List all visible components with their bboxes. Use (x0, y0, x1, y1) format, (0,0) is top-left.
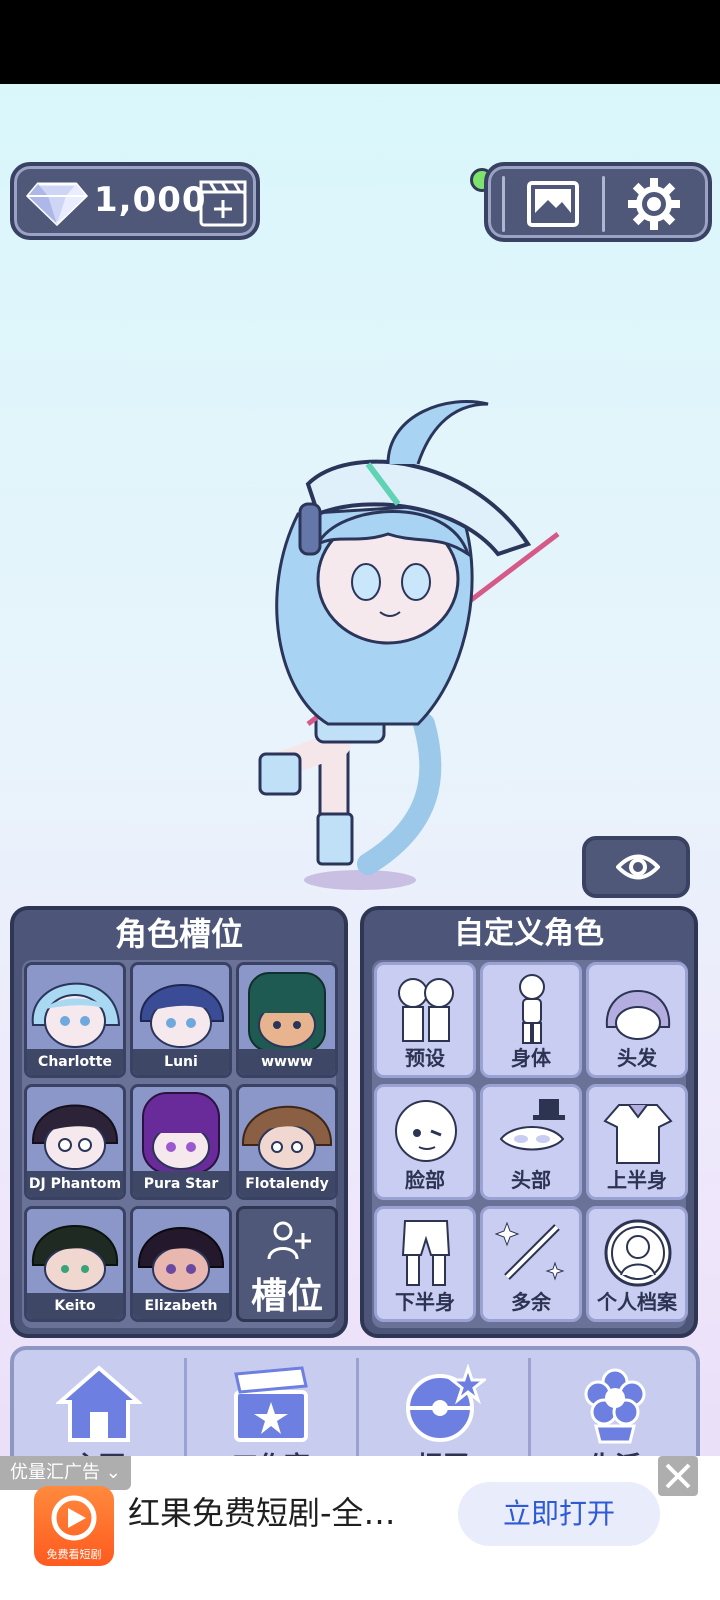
character-face-image (27, 1209, 123, 1295)
tile-label: 身体 (511, 1046, 551, 1070)
face-icon (395, 1100, 457, 1162)
eye-icon (616, 854, 660, 880)
status-bar (0, 0, 720, 84)
tile-lower-body[interactable]: 下半身 (374, 1206, 476, 1322)
mask-hat-icon (499, 1099, 565, 1151)
character-avatar[interactable] (248, 394, 568, 914)
sword-sparkle-icon (494, 1221, 565, 1281)
character-slot[interactable]: DJ Phantom (24, 1084, 126, 1200)
custom-grid: 预设 身体 头发 脸部 头部 上半身 下半身 多余 个人档案 (372, 960, 688, 1328)
slot-name: Elizabeth (133, 1293, 229, 1319)
character-face-image (133, 965, 229, 1051)
clapperboard-icon (234, 1366, 308, 1442)
slot-name: Luni (133, 1049, 229, 1075)
profile-icon (604, 1219, 672, 1287)
panel-title: 角色槽位 (114, 915, 243, 953)
shirt-icon (603, 1104, 673, 1164)
tile-body[interactable]: 身体 (480, 962, 582, 1078)
tile-label: 上半身 (607, 1168, 667, 1192)
character-slot[interactable]: Flotalendy (236, 1084, 338, 1200)
ad-source-text: 优量汇广告 (10, 1462, 100, 1483)
gem-counter: 1,000 (10, 162, 260, 240)
slot-name: Pura Star (133, 1171, 229, 1197)
tile-face[interactable]: 脸部 (374, 1084, 476, 1200)
tile-label: 头部 (511, 1168, 551, 1192)
slot-name: DJ Phantom (27, 1171, 123, 1197)
slot-name: Charlotte (27, 1049, 123, 1075)
ad-app-logo: 免费看短剧 (34, 1486, 114, 1566)
ad-close-button[interactable] (658, 1456, 698, 1496)
character-face-image (27, 965, 123, 1051)
tile-label: 头发 (617, 1046, 657, 1070)
character-slot[interactable]: Elizabeth (130, 1206, 232, 1322)
tile-hair[interactable]: 头发 (586, 962, 688, 1078)
tile-profile[interactable]: 个人档案 (586, 1206, 688, 1322)
character-face-image (133, 1209, 229, 1295)
character-face-image (27, 1087, 123, 1173)
add-slot-button[interactable]: 槽位 (236, 1206, 338, 1322)
custom-character-panel: 自定义角色 预设 身体 头发 脸部 头部 上半身 下半身 多余 个人档案 (360, 906, 698, 1338)
slot-name: Flotalendy (239, 1171, 335, 1197)
game-stage: 1,000 角色槽位 Charlotte Luni wwww DJ Phanto… (0, 84, 720, 1600)
tile-extra[interactable]: 多余 (480, 1206, 582, 1322)
character-face-image (133, 1087, 229, 1173)
chevron-down-icon: ⌄ (105, 1462, 121, 1483)
character-slots-panel: 角色槽位 Charlotte Luni wwww DJ Phantom Pura… (10, 906, 348, 1338)
panel-title: 自定义角色 (454, 916, 604, 951)
slot-name: Keito (27, 1293, 123, 1319)
slot-name: wwww (239, 1049, 335, 1075)
tile-label: 多余 (511, 1290, 551, 1314)
ad-source-label[interactable]: 优量汇广告 ⌄ (0, 1456, 131, 1490)
tile-upper-body[interactable]: 上半身 (586, 1084, 688, 1200)
character-face-image (239, 1087, 335, 1173)
ad-title: 红果免费短剧-全… (128, 1494, 396, 1532)
gem-count: 1,000 (94, 180, 207, 220)
presets-icon (398, 978, 454, 1042)
character-slot[interactable]: Charlotte (24, 962, 126, 1078)
play-logo-icon (51, 1495, 97, 1541)
character-face-image (239, 965, 335, 1051)
visibility-toggle-button[interactable] (582, 836, 690, 898)
tile-presets[interactable]: 预设 (374, 962, 476, 1078)
top-right-toolbar (484, 162, 712, 242)
close-icon (665, 1463, 691, 1489)
divider (502, 176, 505, 232)
tile-label: 个人档案 (597, 1290, 677, 1314)
slot-grid: Charlotte Luni wwww DJ Phantom Pura Star… (22, 960, 338, 1328)
ad-logo-text: 免费看短剧 (46, 1548, 102, 1561)
divider (602, 176, 605, 232)
hair-icon (605, 990, 671, 1040)
add-gems-clapper-icon[interactable] (198, 178, 248, 228)
diamond-icon (26, 182, 88, 226)
gacha-ball-icon (406, 1364, 486, 1442)
tile-label: 脸部 (405, 1168, 445, 1192)
tile-label: 预设 (405, 1046, 445, 1070)
character-slot[interactable]: Pura Star (130, 1084, 232, 1200)
character-slot[interactable]: wwww (236, 962, 338, 1078)
ad-banner[interactable]: 优量汇广告 ⌄ 免费看短剧 红果免费短剧-全… 立即打开 (0, 1456, 720, 1600)
flower-icon (584, 1368, 646, 1444)
tile-head[interactable]: 头部 (480, 1084, 582, 1200)
body-icon (519, 974, 545, 1044)
tile-label: 下半身 (395, 1290, 455, 1314)
add-slot-label: 槽位 (250, 1276, 323, 1317)
pants-icon (401, 1220, 451, 1286)
character-slot[interactable]: Keito (24, 1206, 126, 1322)
gallery-icon[interactable] (526, 180, 580, 228)
character-slot[interactable]: Luni (130, 962, 232, 1078)
add-user-icon (267, 1221, 311, 1260)
gear-icon[interactable] (626, 176, 682, 232)
house-icon (56, 1365, 142, 1442)
ad-open-button[interactable]: 立即打开 (458, 1482, 660, 1546)
